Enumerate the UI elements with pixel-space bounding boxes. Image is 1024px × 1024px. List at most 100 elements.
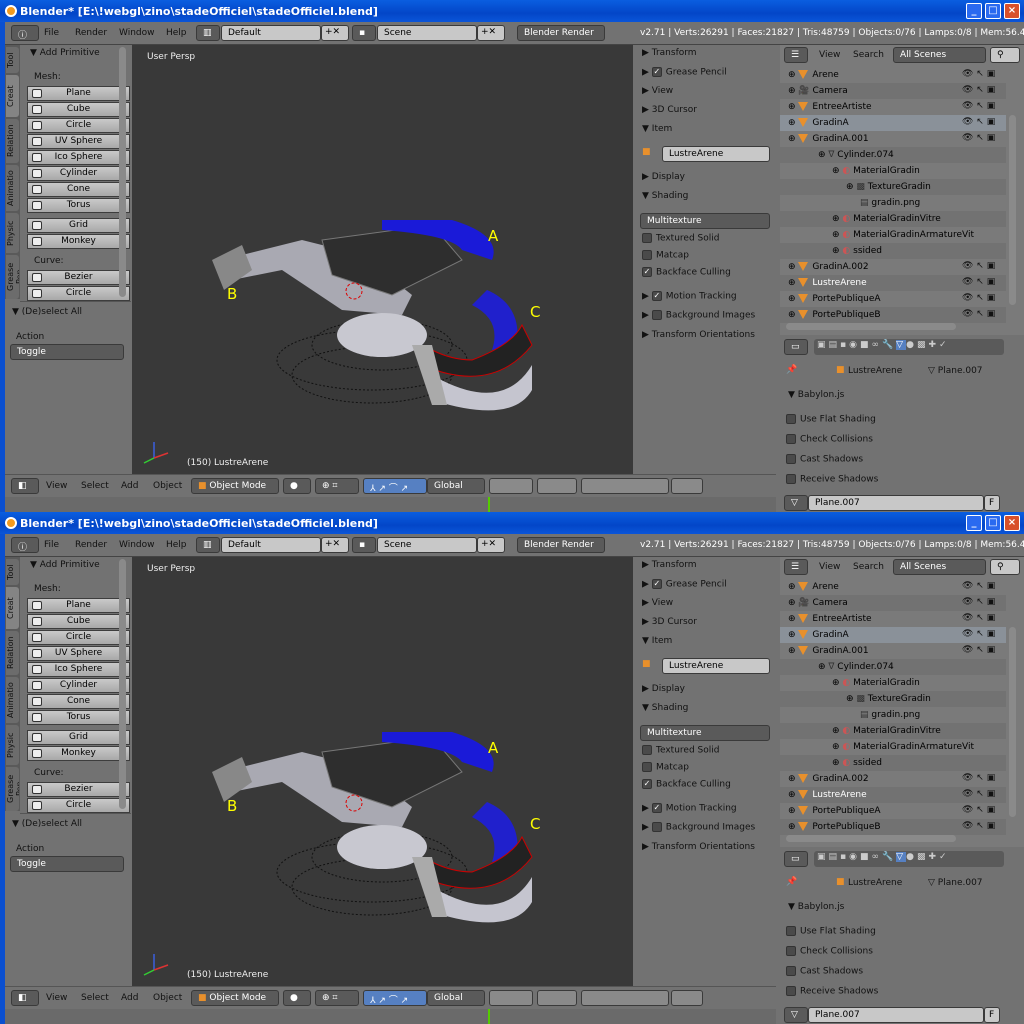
viewport-shading-select[interactable]: ● xyxy=(283,990,311,1006)
expand-icon[interactable]: ⊕ xyxy=(788,262,798,272)
shading-mode-select[interactable]: Multitexture xyxy=(640,213,770,229)
outliner-row[interactable]: ⊕ GradinA.001 👁 ↖ ▣ xyxy=(780,643,1006,659)
outliner-search-icon[interactable]: ⚲ xyxy=(990,559,1020,575)
outliner-row[interactable]: ⊕ EntreeArtiste 👁 ↖ ▣ xyxy=(780,611,1006,627)
add-mesh-button[interactable]: Ico Sphere xyxy=(27,150,130,165)
menu-file[interactable]: File xyxy=(44,540,59,550)
expand-icon[interactable]: ⊕ xyxy=(788,630,798,640)
outliner-row[interactable]: ⊕ PortePubliqueB 👁 ↖ ▣ xyxy=(780,819,1006,835)
expand-icon[interactable]: ⊕ xyxy=(846,182,856,192)
timeline[interactable] xyxy=(5,497,776,512)
expand-icon[interactable]: ⊕ xyxy=(788,774,798,784)
transform-panel[interactable]: ▶ Transform xyxy=(642,560,697,570)
visibility-select-render-icons[interactable]: 👁 ↖ ▣ xyxy=(962,805,995,815)
expand-icon[interactable]: ⊕ xyxy=(788,790,798,800)
manipulator-buttons[interactable]: ⅄ ↗ ⌒ ↗ xyxy=(363,990,427,1006)
mesh-data-name-field[interactable]: Plane.007 xyxy=(808,1007,984,1023)
minimize-button[interactable]: _ xyxy=(966,515,982,531)
tool-tab[interactable]: Relation xyxy=(6,631,19,675)
properties-type-icon[interactable]: ▭ xyxy=(784,339,808,355)
visibility-select-render-icons[interactable]: 👁 ↖ ▣ xyxy=(962,629,995,639)
add-mesh2-button[interactable]: Grid xyxy=(27,730,130,745)
expand-icon[interactable]: ⊕ xyxy=(788,310,798,320)
expand-icon[interactable]: ⊕ xyxy=(788,294,798,304)
3d-viewport[interactable]: User Persp A B C (150) LustreArene xyxy=(132,45,633,474)
backface-culling-checkbox[interactable]: ✓ Backface Culling xyxy=(642,779,731,790)
outliner-row[interactable]: ⊕ ∇ Cylinder.074 xyxy=(780,659,1006,675)
menu-view[interactable]: View xyxy=(46,481,67,491)
outliner-row[interactable]: ⊕ 🎥 Camera 👁 ↖ ▣ xyxy=(780,595,1006,611)
layers-b[interactable] xyxy=(537,990,577,1006)
add-mesh-button[interactable]: Plane xyxy=(27,86,130,101)
render-engine-select[interactable]: Blender Render xyxy=(517,537,605,553)
expand-icon[interactable]: ⊕ xyxy=(832,214,842,224)
3d-cursor-panel[interactable]: ▶ 3D Cursor xyxy=(642,105,697,115)
tool-tab[interactable]: Tool xyxy=(6,47,19,73)
menu-help[interactable]: Help xyxy=(166,540,187,550)
editor-type-3d-icon[interactable]: ◧ xyxy=(11,478,39,494)
outliner-row[interactable]: ⊕ PortePubliqueA 👁 ↖ ▣ xyxy=(780,803,1006,819)
outliner-row[interactable]: ▤ gradin.png xyxy=(780,707,1006,723)
outliner-search-menu[interactable]: Search xyxy=(853,562,884,572)
expand-icon[interactable]: ⊕ xyxy=(788,582,798,592)
add-curve-button[interactable]: Bezier xyxy=(27,270,130,285)
visibility-select-render-icons[interactable]: 👁 ↖ ▣ xyxy=(962,309,995,319)
visibility-select-render-icons[interactable]: 👁 ↖ ▣ xyxy=(962,101,995,111)
outliner-view-menu[interactable]: View xyxy=(819,50,840,60)
close-button[interactable]: × xyxy=(1004,3,1020,19)
render-buttons[interactable] xyxy=(671,990,703,1006)
maximize-button[interactable]: □ xyxy=(985,515,1001,531)
menu-window[interactable]: Window xyxy=(119,28,155,38)
render-buttons[interactable] xyxy=(671,478,703,494)
shading-mode-select[interactable]: Multitexture xyxy=(640,725,770,741)
outliner-row[interactable]: ⊕ ◐ MaterialGradinArmatureVit xyxy=(780,739,1006,755)
action-select[interactable]: Toggle xyxy=(10,344,124,360)
tool-tab[interactable]: Creat xyxy=(6,587,19,629)
outliner-row[interactable]: ⊕ GradinA.002 👁 ↖ ▣ xyxy=(780,771,1006,787)
tool-tab[interactable]: Tool xyxy=(6,559,19,585)
add-mesh-button[interactable]: Circle xyxy=(27,630,130,645)
action-select[interactable]: Toggle xyxy=(10,856,124,872)
expand-icon[interactable]: ⊕ xyxy=(788,614,798,624)
add-mesh-button[interactable]: Cylinder xyxy=(27,166,130,181)
outliner-type-icon[interactable]: ☰ xyxy=(784,559,808,575)
tool-tab[interactable]: Physic xyxy=(6,725,19,765)
mode-select[interactable]: ■ Object Mode xyxy=(191,478,279,494)
expand-icon[interactable]: ⊕ xyxy=(832,678,842,688)
visibility-select-render-icons[interactable]: 👁 ↖ ▣ xyxy=(962,293,995,303)
textured-solid-checkbox[interactable]: Textured Solid xyxy=(642,233,719,244)
outliner-row[interactable]: ⊕ ▩ TextureGradin xyxy=(780,691,1006,707)
tool-tab[interactable]: Grease Pen xyxy=(6,767,19,811)
shelf-scrollbar[interactable] xyxy=(119,559,126,809)
menu-render[interactable]: Render xyxy=(75,540,107,550)
menu-add[interactable]: Add xyxy=(121,993,138,1003)
add-mesh-button[interactable]: Torus xyxy=(27,710,130,725)
scene-icon[interactable]: ▪ xyxy=(352,25,376,41)
add-curve-button[interactable]: Bezier xyxy=(27,782,130,797)
orientation-select[interactable]: Global xyxy=(427,990,485,1006)
view-panel[interactable]: ▶ View xyxy=(642,86,673,96)
outliner-type-icon[interactable]: ☰ xyxy=(784,47,808,63)
outliner-scrollbar[interactable] xyxy=(1009,115,1016,305)
textured-solid-checkbox[interactable]: Textured Solid xyxy=(642,745,719,756)
outliner-search-menu[interactable]: Search xyxy=(853,50,884,60)
babylon-panel-header[interactable]: ▼ Babylon.js xyxy=(788,902,844,912)
outliner-row[interactable]: ⊕ ◐ MaterialGradinArmatureVit xyxy=(780,227,1006,243)
add-curve-button[interactable]: Circle xyxy=(27,286,130,301)
scene-add-remove[interactable]: +✕ xyxy=(477,537,505,553)
item-panel[interactable]: ▼ Item xyxy=(642,636,672,646)
editor-type-info-icon[interactable]: ⓘ xyxy=(11,537,39,553)
tool-tab[interactable]: Relation xyxy=(6,119,19,163)
outliner-row[interactable]: ⊕ PortePubliqueB 👁 ↖ ▣ xyxy=(780,307,1006,323)
outliner-row[interactable]: ⊕ ◐ MaterialGradinVitre xyxy=(780,211,1006,227)
tool-tab[interactable]: Creat xyxy=(6,75,19,117)
visibility-select-render-icons[interactable]: 👁 ↖ ▣ xyxy=(962,581,995,591)
add-mesh-button[interactable]: Ico Sphere xyxy=(27,662,130,677)
expand-icon[interactable]: ⊕ xyxy=(788,646,798,656)
expand-icon[interactable]: ⊕ xyxy=(788,278,798,288)
layout-add-remove[interactable]: +✕ xyxy=(321,25,349,41)
outliner-row[interactable]: ⊕ ◐ MaterialGradin xyxy=(780,675,1006,691)
pin-icon[interactable]: 📌 xyxy=(786,877,797,887)
scene-add-remove[interactable]: +✕ xyxy=(477,25,505,41)
orientation-select[interactable]: Global xyxy=(427,478,485,494)
